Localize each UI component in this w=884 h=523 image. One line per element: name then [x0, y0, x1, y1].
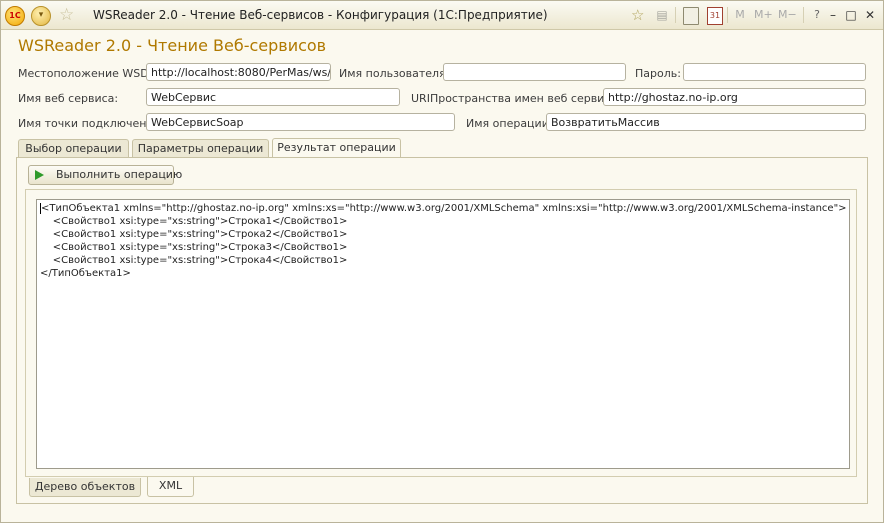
tab-operation-select[interactable]: Выбор операции	[18, 139, 129, 158]
endpoint-input[interactable]: WebСервисSoap	[146, 113, 455, 131]
app-window: 1С ▾ ☆ WSReader 2.0 - Чтение Веб-сервисо…	[0, 0, 884, 523]
xml-line: <ТипОбъекта1 xmlns="http://ghostaz.no-ip…	[40, 202, 847, 214]
help-icon[interactable]: ?	[809, 6, 825, 24]
service-input[interactable]: WebСервис	[146, 88, 400, 106]
result-tab-panel: Выполнить операцию <ТипОбъекта1 xmlns="h…	[16, 157, 868, 504]
password-label: Пароль:	[635, 67, 681, 80]
xml-text-area[interactable]: <ТипОбъекта1 xmlns="http://ghostaz.no-ip…	[36, 199, 850, 469]
main-menu-icon[interactable]: ▾	[31, 6, 51, 26]
toolbar-separator	[803, 7, 804, 23]
toolbar-separator	[675, 7, 676, 23]
document-icon[interactable]: ▤	[655, 6, 669, 24]
calendar-icon[interactable]: 31	[707, 7, 723, 25]
close-icon[interactable]: ✕	[862, 6, 878, 24]
result-frame: <ТипОбъекта1 xmlns="http://ghostaz.no-ip…	[25, 189, 857, 477]
tab-operation-result[interactable]: Результат операции	[272, 138, 401, 158]
endpoint-label: Имя точки подключения:	[18, 117, 164, 130]
favorites-star-icon[interactable]: ☆	[59, 5, 74, 25]
toolbar-separator	[727, 7, 728, 23]
namespace-input[interactable]: http://ghostaz.no-ip.org	[603, 88, 866, 106]
run-operation-label: Выполнить операцию	[56, 168, 183, 181]
memory-m-button[interactable]: M	[734, 6, 746, 24]
maximize-icon[interactable]: □	[843, 6, 859, 24]
wsdl-label: Местоположение WSDL:	[18, 67, 159, 80]
calculator-icon[interactable]	[683, 7, 699, 25]
tab-xml[interactable]: XML	[147, 477, 194, 497]
page-title: WSReader 2.0 - Чтение Веб-сервисов	[18, 36, 327, 55]
xml-line: <Свойство1 xsi:type="xs:string">Строка4<…	[40, 255, 348, 266]
tab-object-tree[interactable]: Дерево объектов	[29, 478, 141, 497]
xml-line: <Свойство1 xsi:type="xs:string">Строка2<…	[40, 229, 348, 240]
memory-plus-button[interactable]: M+	[754, 6, 773, 24]
namespace-label: URIПространства имен веб сервиса:	[411, 92, 621, 105]
memory-minus-button[interactable]: M−	[778, 6, 797, 24]
minimize-icon[interactable]: –	[825, 6, 841, 24]
run-operation-button[interactable]: Выполнить операцию	[28, 165, 182, 185]
service-label: Имя веб сервиса:	[18, 92, 119, 105]
user-input[interactable]	[443, 63, 626, 81]
xml-line: </ТипОбъекта1>	[40, 268, 131, 279]
add-favorite-icon[interactable]: ☆	[631, 6, 644, 24]
wsdl-input[interactable]: http://localhost:8080/PerMas/ws/We	[146, 63, 331, 81]
user-label: Имя пользователя:	[339, 67, 450, 80]
1c-logo-icon[interactable]: 1С	[5, 6, 25, 26]
play-icon	[35, 170, 44, 180]
xml-line: <Свойство1 xsi:type="xs:string">Строка3<…	[40, 242, 348, 253]
tab-operation-params[interactable]: Параметры операции	[132, 139, 269, 158]
window-title: WSReader 2.0 - Чтение Веб-сервисов - Кон…	[93, 8, 548, 22]
password-input[interactable]	[683, 63, 866, 81]
title-bar: 1С ▾ ☆ WSReader 2.0 - Чтение Веб-сервисо…	[1, 1, 883, 30]
operation-input[interactable]: ВозвратитьМассив	[546, 113, 866, 131]
operation-label: Имя операции:	[466, 117, 553, 130]
xml-line: <Свойство1 xsi:type="xs:string">Строка1<…	[40, 216, 348, 227]
